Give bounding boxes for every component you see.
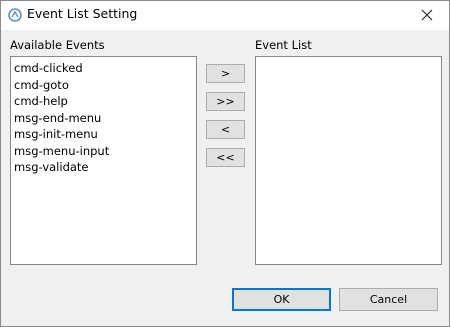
list-item[interactable]: cmd-goto	[11, 77, 196, 94]
window-title: Event List Setting	[27, 6, 138, 21]
ok-button[interactable]: OK	[232, 288, 331, 311]
list-item[interactable]: msg-validate	[11, 159, 196, 176]
list-item[interactable]: msg-init-menu	[11, 126, 196, 143]
remove-all-button[interactable]: <<	[206, 148, 245, 167]
title-bar: Event List Setting	[1, 1, 449, 30]
app-logo-icon	[8, 7, 22, 22]
event-list-label: Event List	[255, 38, 312, 52]
close-button[interactable]	[405, 1, 449, 29]
list-item[interactable]: msg-end-menu	[11, 110, 196, 127]
dialog-window: Event List Setting Available Events cmd-…	[0, 0, 450, 327]
available-events-list[interactable]: cmd-clicked cmd-goto cmd-help msg-end-menu m…	[10, 56, 197, 265]
list-item[interactable]: cmd-clicked	[11, 60, 196, 77]
cancel-button[interactable]: Cancel	[339, 288, 438, 311]
list-item[interactable]: cmd-help	[11, 93, 196, 110]
event-list-box[interactable]	[255, 56, 442, 265]
remove-button[interactable]: <	[206, 120, 245, 139]
add-button[interactable]: >	[206, 64, 245, 83]
add-all-button[interactable]: >>	[206, 92, 245, 111]
close-icon	[421, 6, 433, 25]
list-item[interactable]: msg-menu-input	[11, 143, 196, 160]
available-events-label: Available Events	[10, 38, 105, 52]
